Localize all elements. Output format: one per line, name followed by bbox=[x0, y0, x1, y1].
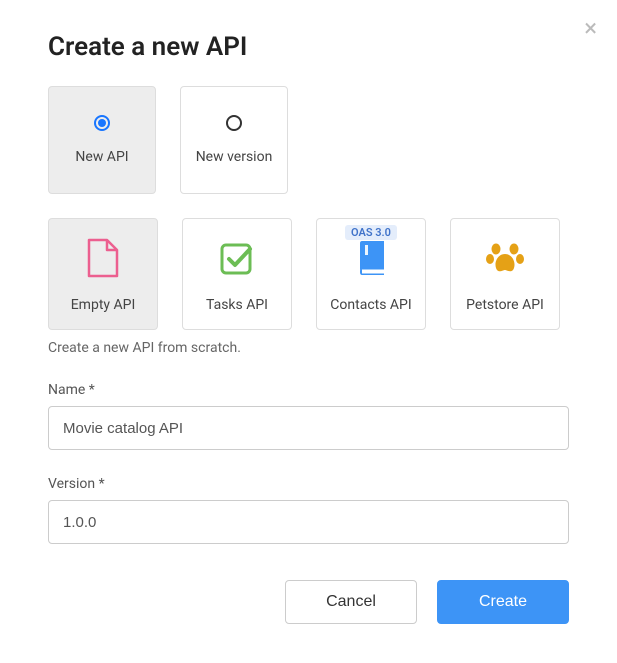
template-contacts-api[interactable]: OAS 3.0 Contacts API bbox=[316, 218, 426, 330]
create-api-dialog: × Create a new API New API New version E… bbox=[0, 0, 617, 644]
oas-badge: OAS 3.0 bbox=[345, 225, 397, 240]
version-field-label: Version * bbox=[48, 476, 569, 492]
template-petstore-api[interactable]: Petstore API bbox=[450, 218, 560, 330]
template-description: Create a new API from scratch. bbox=[48, 340, 569, 356]
name-field-label: Name * bbox=[48, 382, 569, 398]
template-selection-row: Empty API Tasks API OAS 3.0 Co bbox=[48, 218, 569, 330]
radio-icon bbox=[94, 115, 110, 131]
version-input[interactable] bbox=[48, 500, 569, 544]
template-label: Tasks API bbox=[206, 297, 268, 313]
dialog-title: Create a new API bbox=[48, 32, 569, 62]
template-tasks-api[interactable]: Tasks API bbox=[182, 218, 292, 330]
paw-icon bbox=[485, 219, 525, 297]
template-label: Empty API bbox=[71, 297, 136, 313]
type-new-api[interactable]: New API bbox=[48, 86, 156, 194]
type-new-version-label: New version bbox=[196, 149, 273, 165]
template-empty-api[interactable]: Empty API bbox=[48, 218, 158, 330]
type-new-version[interactable]: New version bbox=[180, 86, 288, 194]
cancel-button[interactable]: Cancel bbox=[285, 580, 417, 624]
template-label: Contacts API bbox=[330, 297, 411, 313]
radio-icon bbox=[226, 115, 242, 131]
type-selection-row: New API New version bbox=[48, 86, 569, 194]
file-icon bbox=[86, 219, 120, 297]
dialog-button-row: Cancel Create bbox=[48, 580, 569, 624]
close-icon[interactable]: × bbox=[584, 16, 597, 40]
name-input[interactable] bbox=[48, 406, 569, 450]
create-button[interactable]: Create bbox=[437, 580, 569, 624]
type-new-api-label: New API bbox=[75, 149, 128, 165]
checkbox-icon bbox=[218, 219, 256, 297]
template-label: Petstore API bbox=[466, 297, 544, 313]
